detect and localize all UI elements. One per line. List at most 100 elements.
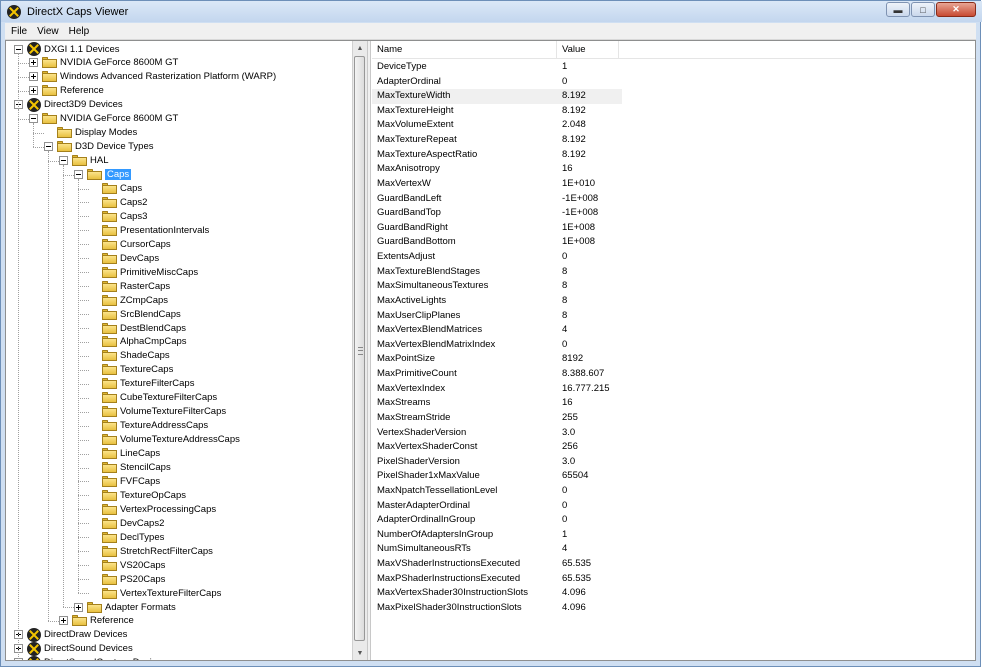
tree-item[interactable]: Caps (89, 182, 142, 196)
list-row[interactable]: MaxAnisotropy 16 (372, 162, 622, 177)
list-row[interactable]: MaxVertexShaderConst 256 (372, 440, 622, 455)
device-tree[interactable]: DXGI 1.1 Devices NVIDIA GeForce 8600M GT W… (6, 41, 352, 660)
tree-item[interactable]: TextureCaps (89, 363, 173, 377)
tree-item[interactable]: ZCmpCaps (89, 293, 168, 307)
tree-item[interactable]: Adapter Formats (74, 600, 176, 614)
list-row[interactable]: AdapterOrdinal 0 (372, 75, 622, 90)
list-row[interactable]: DeviceType 1 (372, 60, 622, 75)
tree-item[interactable]: DeclTypes (89, 530, 164, 544)
expand-icon[interactable] (29, 72, 38, 82)
list-row[interactable]: NumberOfAdaptersInGroup 1 (372, 528, 622, 543)
tree-item[interactable]: FVFCaps (89, 474, 160, 488)
menu-file[interactable]: File (11, 26, 27, 37)
list-row[interactable]: GuardBandRight 1E+008 (372, 221, 622, 236)
list-row[interactable]: MaxUserClipPlanes 8 (372, 309, 622, 324)
tree-item[interactable]: DevCaps2 (89, 516, 164, 530)
list-row[interactable]: MaxStreams 16 (372, 396, 622, 411)
list-row[interactable]: GuardBandBottom 1E+008 (372, 235, 622, 250)
list-row[interactable]: MaxTextureHeight 8.192 (372, 104, 622, 119)
list-row[interactable]: MaxPShaderInstructionsExecuted 65.535 (372, 572, 622, 587)
tree-item[interactable]: StretchRectFilterCaps (89, 544, 213, 558)
list-row[interactable]: MaxPointSize 8192 (372, 352, 622, 367)
tree-item[interactable]: PS20Caps (89, 572, 165, 586)
tree-item[interactable]: StencilCaps (89, 461, 171, 475)
tree-item[interactable]: DXGI 1.1 Devices (14, 42, 120, 56)
tree-item[interactable]: NVIDIA GeForce 8600M GT (29, 56, 178, 70)
tree-item[interactable]: Reference (29, 84, 104, 98)
tree-item[interactable]: DirectDraw Devices (14, 627, 127, 642)
scroll-down-icon[interactable]: ▼ (353, 646, 367, 660)
tree-item[interactable]: TextureFilterCaps (89, 377, 194, 391)
tree-item[interactable]: TextureAddressCaps (89, 419, 208, 433)
list-row[interactable]: GuardBandTop -1E+008 (372, 206, 622, 221)
tree-item[interactable]: HAL (59, 154, 108, 168)
tree-item[interactable]: RasterCaps (89, 279, 170, 293)
column-header-value[interactable]: Value (557, 41, 619, 58)
tree-item[interactable]: DirectSound Devices (14, 641, 133, 656)
directx-app-icon[interactable] (7, 4, 21, 19)
list-row[interactable]: MaxPixelShader30InstructionSlots 4.096 (372, 601, 622, 616)
list-row[interactable]: MaxVertexW 1E+010 (372, 177, 622, 192)
tree-item[interactable]: Reference (59, 614, 134, 628)
tree-item[interactable]: VolumeTextureAddressCaps (89, 433, 240, 447)
list-row[interactable]: MaxVertexBlendMatrixIndex 0 (372, 338, 622, 353)
tree-item[interactable]: Caps (74, 168, 132, 182)
pane-splitter[interactable] (367, 41, 371, 660)
title-bar[interactable]: DirectX Caps Viewer ▬ □ ✕ (1, 1, 982, 22)
list-row[interactable]: NumSimultaneousRTs 4 (372, 542, 622, 557)
list-row[interactable]: MaxVertexIndex 16.777.215 (372, 382, 622, 397)
expand-icon[interactable] (74, 602, 83, 612)
tree-item[interactable]: Caps3 (89, 209, 147, 223)
expand-icon[interactable] (29, 86, 38, 96)
list-row[interactable]: PixelShader1xMaxValue 65504 (372, 469, 622, 484)
list-row[interactable]: MaxTextureAspectRatio 8.192 (372, 148, 622, 163)
list-row[interactable]: MaxVShaderInstructionsExecuted 65.535 (372, 557, 622, 572)
scrollbar-thumb[interactable] (354, 56, 365, 641)
column-header-name[interactable]: Name (372, 41, 557, 58)
tree-item[interactable]: SrcBlendCaps (89, 307, 181, 321)
list-row[interactable]: MaxActiveLights 8 (372, 294, 622, 309)
tree-item[interactable]: VertexProcessingCaps (89, 502, 216, 516)
tree-item[interactable]: LineCaps (89, 447, 160, 461)
tree-item[interactable]: CubeTextureFilterCaps (89, 391, 217, 405)
expand-icon[interactable] (59, 616, 68, 626)
tree-item[interactable]: AlphaCmpCaps (89, 335, 187, 349)
list-row[interactable]: MaxTextureBlendStages 8 (372, 265, 622, 280)
list-row[interactable]: MaxPrimitiveCount 8.388.607 (372, 367, 622, 382)
list-row[interactable]: MaxVolumeExtent 2.048 (372, 118, 622, 133)
tree-item[interactable]: Direct3D9 Devices (14, 97, 123, 112)
tree-item[interactable]: Caps2 (89, 195, 147, 209)
list-row[interactable]: MaxTextureRepeat 8.192 (372, 133, 622, 148)
menu-view[interactable]: View (37, 26, 59, 37)
tree-item[interactable]: VolumeTextureFilterCaps (89, 405, 226, 419)
list-row[interactable]: MaxNpatchTessellationLevel 0 (372, 484, 622, 499)
list-row[interactable]: MaxTextureWidth 8.192 (372, 89, 622, 104)
tree-item[interactable]: Windows Advanced Rasterization Platform … (29, 70, 276, 84)
tree-item[interactable]: VS20Caps (89, 558, 165, 572)
tree-item[interactable]: TextureOpCaps (89, 488, 186, 502)
tree-item[interactable]: VertexTextureFilterCaps (89, 586, 221, 600)
tree-item[interactable]: NVIDIA GeForce 8600M GT (29, 112, 178, 126)
list-row[interactable]: MaxStreamStride 255 (372, 411, 622, 426)
tree-item[interactable]: DevCaps (89, 251, 159, 265)
list-row[interactable]: ExtentsAdjust 0 (372, 250, 622, 265)
list-row[interactable]: PixelShaderVersion 3.0 (372, 455, 622, 470)
list-row[interactable]: MasterAdapterOrdinal 0 (372, 499, 622, 514)
list-row[interactable]: MaxVertexBlendMatrices 4 (372, 323, 622, 338)
minimize-button[interactable]: ▬ (886, 2, 910, 17)
tree-item[interactable]: DirectSoundCapture Devices (14, 655, 167, 660)
expand-icon[interactable] (29, 58, 38, 68)
list-row[interactable]: AdapterOrdinalInGroup 0 (372, 513, 622, 528)
tree-vertical-scrollbar[interactable]: ▲ ▼ (352, 41, 367, 660)
close-button[interactable]: ✕ (936, 2, 976, 17)
tree-item[interactable]: CursorCaps (89, 237, 171, 251)
caps-list-view[interactable]: Name Value DeviceType 1 AdapterOrdinal 0 Max… (372, 41, 975, 660)
tree-item[interactable]: ShadeCaps (89, 349, 170, 363)
tree-item[interactable]: D3D Device Types (44, 140, 154, 154)
scroll-up-icon[interactable]: ▲ (353, 41, 367, 55)
tree-item[interactable]: PresentationIntervals (89, 223, 209, 237)
menu-help[interactable]: Help (69, 26, 90, 37)
tree-item[interactable]: Display Modes (44, 126, 137, 140)
list-row[interactable]: VertexShaderVersion 3.0 (372, 426, 622, 441)
list-row[interactable]: GuardBandLeft -1E+008 (372, 192, 622, 207)
